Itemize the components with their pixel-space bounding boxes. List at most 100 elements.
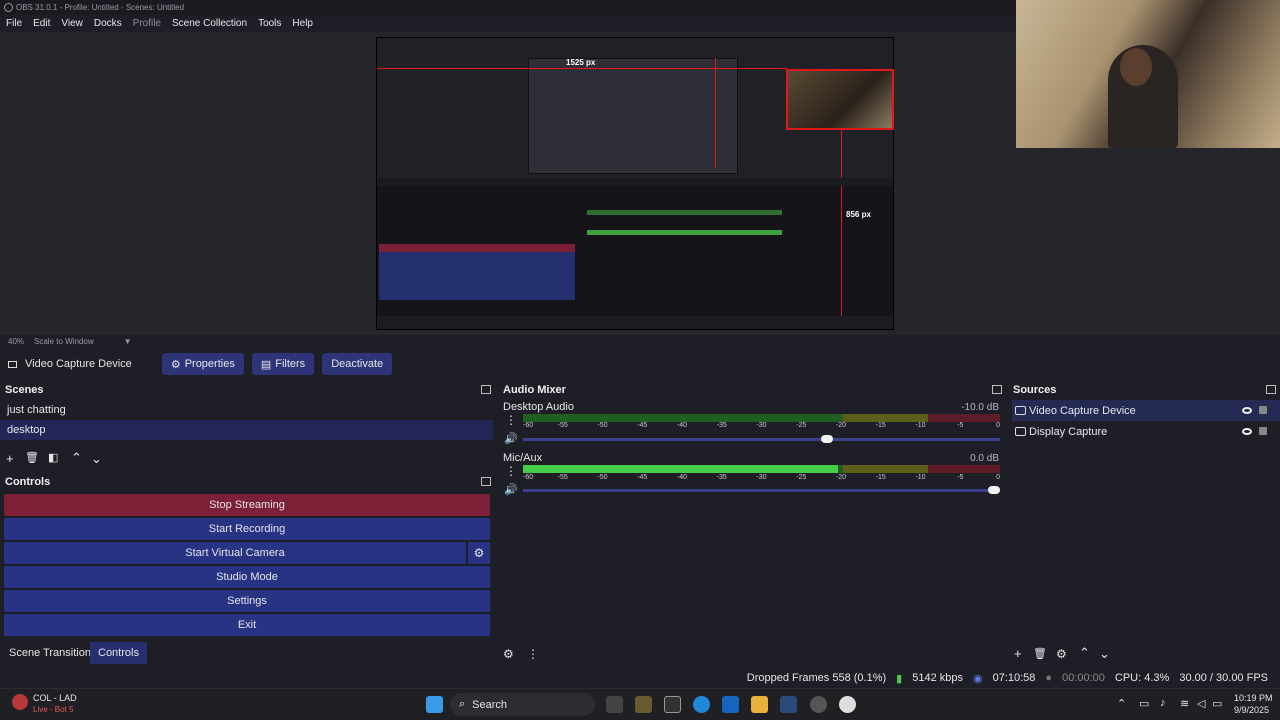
- scenes-dock-title: Scenes: [5, 384, 44, 396]
- filters-button[interactable]: ▤ Filters: [251, 353, 315, 375]
- meter-red-zone: [928, 465, 1000, 473]
- stop-streaming-button[interactable]: Stop Streaming: [4, 494, 490, 516]
- mic-aux-db: 0.0 dB: [970, 453, 999, 464]
- scene-item-selected[interactable]: desktop: [0, 420, 493, 440]
- cpu-usage: CPU: 4.3%: [1114, 672, 1170, 684]
- clock-date[interactable]: 9/9/2025: [1234, 705, 1269, 715]
- mic-aux-level: [523, 465, 838, 473]
- menu-file[interactable]: File: [6, 18, 22, 29]
- tab-scene-transitions[interactable]: Scene Transitions: [1, 642, 104, 664]
- move-up-icon[interactable]: ⌃: [71, 450, 82, 466]
- file-explorer-icon[interactable]: [751, 696, 768, 713]
- nested-source-bar: [377, 178, 893, 186]
- task-view-icon[interactable]: [606, 696, 623, 713]
- move-down-icon[interactable]: ⌄: [91, 451, 102, 467]
- meter-tick-label: -20: [835, 422, 847, 429]
- tab-controls[interactable]: Controls: [90, 642, 147, 664]
- menu-edit[interactable]: Edit: [33, 18, 50, 29]
- deactivate-button[interactable]: Deactivate: [322, 353, 393, 375]
- add-scene-icon[interactable]: +: [6, 451, 14, 466]
- start-recording-button[interactable]: Start Recording: [4, 518, 490, 540]
- height-guide-label: 856 px: [846, 210, 871, 219]
- speaker-icon[interactable]: 🔊: [504, 483, 518, 496]
- kebab-menu-icon[interactable]: ⋮: [505, 464, 517, 478]
- meter-tick-label: -40: [676, 474, 688, 481]
- visibility-eye-icon[interactable]: [1242, 428, 1252, 435]
- meter-tick-label: -15: [875, 474, 886, 481]
- scale-mode[interactable]: Scale to Window: [34, 337, 94, 346]
- advanced-audio-gear-icon[interactable]: ⚙: [503, 647, 514, 661]
- nested-meter-2: [587, 230, 782, 235]
- microphone-icon[interactable]: ♪: [1160, 697, 1166, 709]
- network-icon[interactable]: ▭: [1139, 697, 1149, 710]
- meter-tick-label: -10: [915, 422, 926, 429]
- meter-tick-label: -55: [557, 422, 568, 429]
- meter-tick-label: -10: [915, 474, 926, 481]
- meter-tick-label: -50: [597, 474, 608, 481]
- meter-tick-label: 0: [996, 422, 1000, 429]
- settings-button[interactable]: Settings: [4, 590, 490, 612]
- clock-time[interactable]: 10:19 PM: [1234, 693, 1273, 703]
- app-icon[interactable]: [810, 696, 827, 713]
- menu-view[interactable]: View: [61, 18, 83, 29]
- lock-icon[interactable]: [1259, 406, 1267, 414]
- source-item[interactable]: Display Capture: [1012, 421, 1280, 442]
- source-item-selected[interactable]: Video Capture Device: [1012, 400, 1280, 421]
- exit-button[interactable]: Exit: [4, 614, 490, 636]
- taskbar-search[interactable]: ⌕ Search: [450, 693, 595, 716]
- menu-docks[interactable]: Docks: [94, 18, 122, 29]
- start-virtual-camera-button[interactable]: Start Virtual Camera: [4, 542, 466, 564]
- obs-icon[interactable]: [839, 696, 856, 713]
- gear-icon: ⚙: [170, 358, 181, 371]
- speaker-icon[interactable]: 🔊: [504, 432, 518, 445]
- visibility-eye-icon[interactable]: [1242, 407, 1252, 414]
- scene-filters-icon[interactable]: ◧: [48, 451, 58, 464]
- stream-time: 07:10:58: [992, 672, 1036, 684]
- virtual-camera-settings-icon[interactable]: ⚙: [468, 542, 490, 564]
- undock-icon[interactable]: [1266, 385, 1276, 394]
- lock-icon[interactable]: [1259, 427, 1267, 435]
- desktop-audio-db: -10.0 dB: [961, 402, 999, 413]
- trash-icon[interactable]: 🗑: [25, 451, 39, 464]
- store-icon[interactable]: [635, 696, 652, 713]
- source-properties-gear-icon[interactable]: ⚙: [1056, 647, 1067, 661]
- kebab-menu-icon[interactable]: ⋮: [505, 413, 517, 427]
- studio-mode-button[interactable]: Studio Mode: [4, 566, 490, 588]
- add-source-icon[interactable]: +: [1014, 646, 1022, 661]
- undock-icon[interactable]: [481, 385, 491, 394]
- meter-tick-label: -30: [756, 422, 767, 429]
- outlook-icon[interactable]: [722, 696, 739, 713]
- volume-knob[interactable]: [821, 435, 834, 443]
- mic-aux-volume-slider[interactable]: [523, 486, 1000, 494]
- tray-chevron-up-icon[interactable]: ⌃: [1117, 697, 1126, 710]
- signal-bars-icon: ▮: [896, 672, 903, 685]
- menu-profile[interactable]: Profile: [133, 18, 161, 29]
- selected-webcam-source[interactable]: [786, 69, 894, 130]
- meter-tick-label: -45: [637, 474, 648, 481]
- meter-yellow-zone: [842, 414, 929, 422]
- menu-help[interactable]: Help: [292, 18, 313, 29]
- volume-knob[interactable]: [988, 486, 1000, 494]
- move-up-icon[interactable]: ⌃: [1079, 645, 1090, 661]
- windows-start-icon[interactable]: [426, 696, 443, 713]
- trash-icon[interactable]: 🗑: [1033, 647, 1047, 660]
- undock-icon[interactable]: [481, 477, 491, 486]
- chevron-down-icon[interactable]: ▼: [124, 337, 132, 346]
- volume-icon[interactable]: ◁: [1197, 697, 1205, 710]
- menu-tools[interactable]: Tools: [258, 18, 281, 29]
- app-icon[interactable]: [664, 696, 681, 713]
- meter-tick-label: 0: [996, 474, 1000, 481]
- zoom-level[interactable]: 40%: [8, 337, 24, 346]
- wifi-icon[interactable]: ≋: [1180, 697, 1189, 710]
- move-down-icon[interactable]: ⌄: [1099, 646, 1110, 662]
- menu-scene-collection[interactable]: Scene Collection: [172, 18, 247, 29]
- kebab-menu-icon[interactable]: ⋮: [527, 647, 539, 661]
- desktop-audio-volume-slider[interactable]: [523, 435, 1000, 443]
- app-avatar-icon[interactable]: [12, 694, 28, 710]
- battery-icon[interactable]: ▭: [1212, 697, 1222, 710]
- undock-icon[interactable]: [992, 385, 1002, 394]
- properties-button[interactable]: ⚙ Properties: [161, 353, 244, 375]
- steam-icon[interactable]: [780, 696, 797, 713]
- edge-icon[interactable]: [693, 696, 710, 713]
- scene-item[interactable]: just chatting: [0, 400, 493, 420]
